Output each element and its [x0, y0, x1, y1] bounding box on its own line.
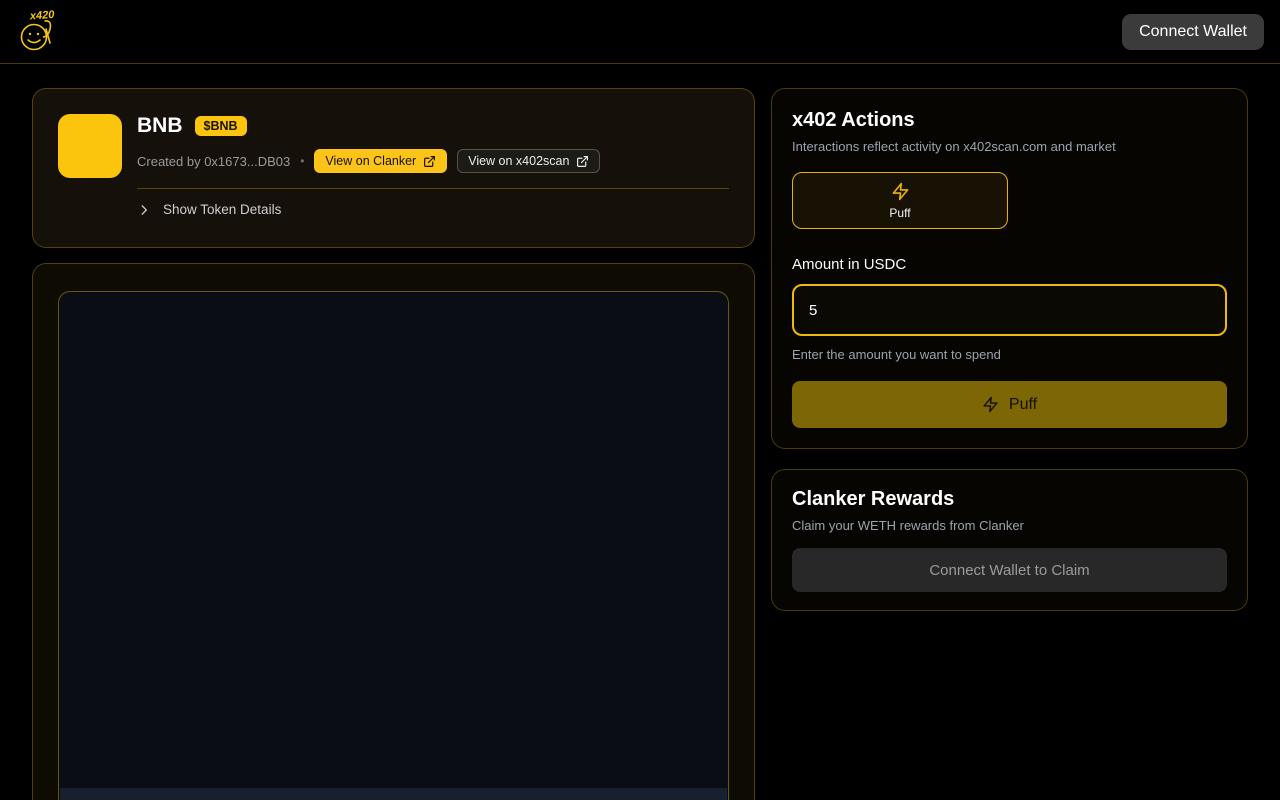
puff-option-label: Puff: [889, 205, 911, 220]
left-column: BNB $BNB Created by 0x1673...DB03 • View…: [32, 88, 755, 800]
main-content: BNB $BNB Created by 0x1673...DB03 • View…: [0, 64, 1280, 800]
amount-hint: Enter the amount you want to spend: [792, 347, 1001, 362]
actions-title: x402 Actions: [792, 109, 915, 131]
puff-action-option[interactable]: Puff: [792, 172, 1008, 229]
top-bar: x420 Connect Wallet: [0, 0, 1280, 64]
token-symbol-badge: $BNB: [194, 116, 247, 136]
rewards-title: Clanker Rewards: [792, 488, 955, 510]
puff-submit-label: Puff: [1008, 395, 1038, 413]
rewards-subtitle: Claim your WETH rewards from Clanker: [792, 518, 1024, 533]
token-info-card: BNB $BNB Created by 0x1673...DB03 • View…: [32, 88, 755, 248]
x402-actions-card: x402 Actions Interactions reflect activi…: [771, 88, 1248, 449]
amount-label: Amount in USDC: [792, 256, 907, 273]
puff-submit-button[interactable]: Puff: [792, 381, 1227, 428]
lightning-bolt-icon: [892, 182, 908, 200]
show-token-details-label: Show Token Details: [163, 202, 282, 217]
x420-smiley-logo-icon[interactable]: x420: [16, 7, 60, 57]
svg-text:x420: x420: [29, 8, 56, 22]
external-link-icon: [424, 155, 436, 167]
token-name: BNB: [137, 114, 183, 137]
view-on-clanker-button[interactable]: View on Clanker: [314, 149, 448, 173]
connect-wallet-to-claim-button[interactable]: Connect Wallet to Claim: [792, 548, 1227, 592]
divider: [137, 188, 729, 189]
right-column: x402 Actions Interactions reflect activi…: [771, 88, 1248, 611]
amount-input[interactable]: [792, 284, 1227, 336]
external-link-icon: [577, 155, 589, 167]
separator-dot: •: [300, 154, 305, 168]
token-avatar: [58, 114, 122, 178]
lightning-bolt-icon: [983, 396, 998, 413]
price-chart-panel[interactable]: [58, 291, 729, 800]
token-creator: Created by 0x1673...DB03: [137, 153, 291, 169]
chart-card: [32, 263, 755, 800]
view-on-x402scan-button[interactable]: View on x402scan: [457, 149, 601, 173]
clanker-rewards-card: Clanker Rewards Claim your WETH rewards …: [771, 469, 1248, 611]
actions-subtitle: Interactions reflect activity on x402sca…: [792, 139, 1116, 154]
chart-toolbar-strip: [60, 788, 727, 800]
show-token-details-toggle[interactable]: Show Token Details: [137, 202, 729, 217]
connect-wallet-button[interactable]: Connect Wallet: [1122, 13, 1264, 50]
chevron-right-icon: [141, 204, 148, 215]
